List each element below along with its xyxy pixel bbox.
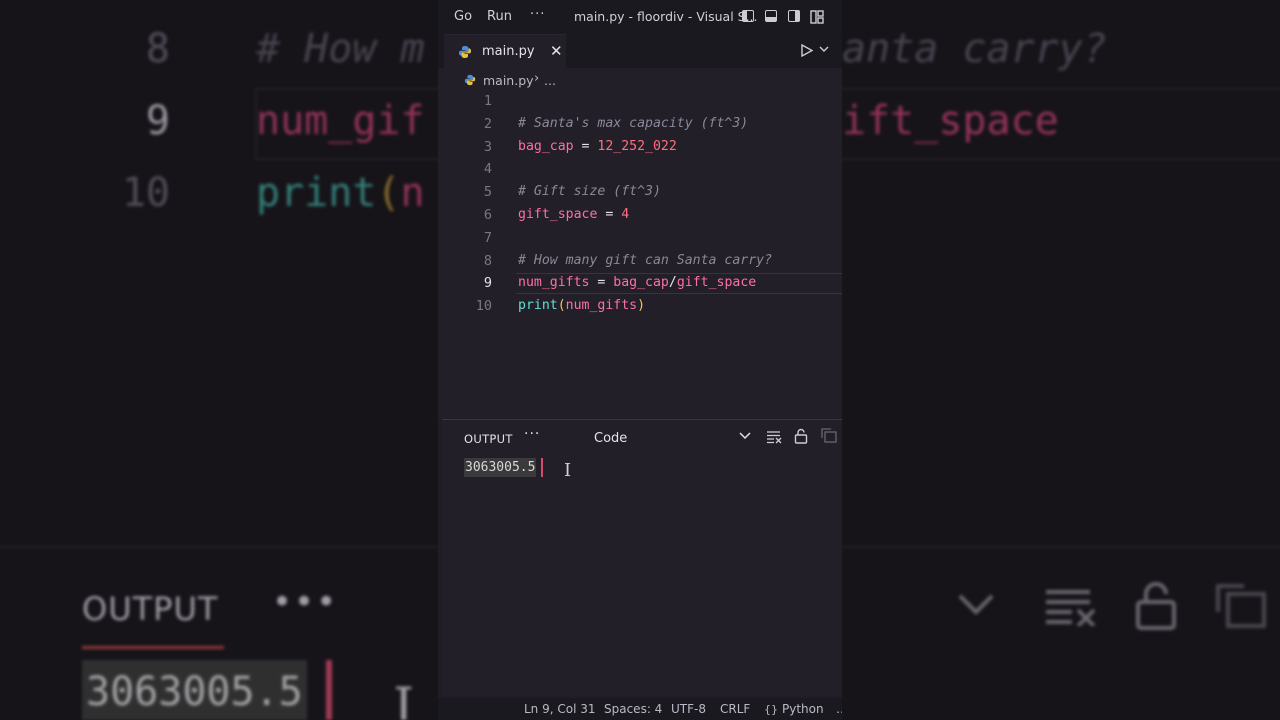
ibeam-cursor-icon: I bbox=[564, 460, 572, 481]
background-code-right: ift_space bbox=[842, 98, 1059, 144]
status-encoding[interactable]: UTF-8 bbox=[671, 702, 706, 716]
code-line[interactable]: num_gifts = bag_cap/gift_space bbox=[518, 275, 756, 290]
code-token: num_gifts bbox=[518, 275, 590, 291]
code-token: gift_space bbox=[518, 207, 598, 222]
line-number: 2 bbox=[483, 115, 492, 132]
line-number: 3 bbox=[483, 138, 492, 155]
python-file-icon bbox=[459, 46, 471, 58]
code-editor[interactable]: 1 2 # Santa's max capacity (ft^3) 3 bag_cap … bbox=[438, 92, 842, 418]
title-bar: Go Run ··· main.py - floordiv - Visual S… bbox=[438, 0, 842, 34]
output-panel: OUTPUT ··· Code 3063005.5 I bbox=[442, 419, 842, 696]
output-channel-select[interactable]: Code bbox=[594, 431, 627, 446]
text-caret bbox=[541, 458, 543, 477]
code-token: bag_cap bbox=[518, 138, 574, 154]
status-language[interactable]: Python bbox=[782, 702, 824, 716]
code-token: = bbox=[573, 138, 598, 154]
code-token: 12_252_022 bbox=[597, 138, 677, 154]
background-chevron-down-icon bbox=[958, 594, 994, 615]
background-line-number-9: 9 bbox=[145, 98, 170, 144]
run-options-chevron-down-icon[interactable] bbox=[819, 44, 829, 54]
tab-label: main.py bbox=[482, 44, 535, 59]
panel-more-icon[interactable]: ··· bbox=[524, 426, 540, 442]
menu-go[interactable]: Go bbox=[454, 9, 472, 24]
line-number: 8 bbox=[483, 252, 492, 269]
code-token: print bbox=[518, 298, 558, 314]
new-window-icon[interactable] bbox=[820, 428, 838, 444]
code-token: 4 bbox=[621, 207, 630, 222]
background-comment-right: anta carry? bbox=[842, 26, 1107, 72]
code-token: = bbox=[589, 275, 614, 291]
background-output-value: 3063005.5 bbox=[82, 660, 307, 720]
code-line[interactable]: # Santa's max capacity (ft^3) bbox=[518, 116, 748, 131]
background-more-icon: ••• bbox=[272, 582, 339, 622]
lock-icon[interactable] bbox=[794, 428, 808, 444]
line-number: 7 bbox=[483, 229, 492, 246]
code-token: gift_space bbox=[676, 275, 757, 291]
code-line[interactable]: # Gift size (ft^3) bbox=[518, 184, 661, 199]
output-value: 3063005.5 bbox=[464, 458, 537, 477]
menu-run[interactable]: Run bbox=[487, 9, 512, 24]
toggle-secondary-sidebar-icon[interactable] bbox=[788, 10, 800, 22]
line-number: 5 bbox=[483, 184, 492, 201]
clear-output-icon[interactable] bbox=[766, 430, 782, 444]
code-token: = bbox=[597, 207, 622, 222]
status-indentation[interactable]: Spaces: 4 bbox=[604, 702, 662, 716]
menu-more-icon[interactable]: ··· bbox=[530, 7, 545, 22]
code-token: ) bbox=[637, 298, 646, 314]
run-play-icon[interactable] bbox=[800, 44, 813, 57]
code-token: / bbox=[668, 275, 677, 291]
code-token: num_gifts bbox=[565, 298, 638, 314]
background-clear-output-icon bbox=[1046, 590, 1096, 626]
background-ibeam-cursor-icon: I bbox=[393, 676, 415, 720]
window-title: main.py - floordiv - Visual S... bbox=[574, 9, 758, 24]
background-lock-icon bbox=[1136, 582, 1176, 630]
background-print-fn: print bbox=[256, 170, 377, 216]
code-line[interactable]: print(num_gifts) bbox=[518, 298, 645, 313]
status-overflow: … bbox=[836, 702, 842, 716]
background-print-line: print(n bbox=[256, 170, 425, 216]
background-output-underline bbox=[82, 646, 224, 649]
code-line[interactable]: # How many gift can Santa carry? bbox=[518, 253, 772, 268]
background-code-left: num_gif bbox=[256, 98, 425, 144]
code-line[interactable]: gift_space = 4 bbox=[518, 207, 629, 222]
toggle-sidebar-icon[interactable] bbox=[742, 10, 754, 22]
code-token: # Santa's max capacity (ft^3) bbox=[518, 115, 749, 131]
breadcrumb: main.py › ... bbox=[438, 68, 842, 92]
breadcrumb-separator-icon: › bbox=[534, 71, 540, 86]
vscode-window: Go Run ··· main.py - floordiv - Visual S… bbox=[438, 0, 842, 720]
background-print-paren: ( bbox=[376, 170, 401, 216]
line-number: 6 bbox=[483, 207, 492, 223]
tab-main-py[interactable]: main.py ✕ bbox=[444, 34, 566, 69]
code-token: bag_cap bbox=[613, 275, 669, 291]
toggle-panel-icon[interactable] bbox=[765, 10, 777, 22]
chevron-down-icon[interactable] bbox=[738, 429, 752, 443]
breadcrumb-more[interactable]: ... bbox=[544, 73, 556, 88]
line-number: 1 bbox=[483, 93, 492, 109]
background-caret bbox=[326, 660, 332, 720]
breadcrumb-file[interactable]: main.py bbox=[483, 73, 534, 88]
close-icon[interactable]: ✕ bbox=[550, 42, 563, 60]
status-cursor-position[interactable]: Ln 9, Col 31 bbox=[524, 702, 596, 716]
customize-layout-icon[interactable] bbox=[810, 10, 824, 24]
breadcrumb-python-icon bbox=[464, 74, 476, 86]
code-line[interactable]: bag_cap = 12_252_022 bbox=[518, 139, 677, 154]
background-line-number-10: 10 bbox=[121, 170, 170, 216]
background-comment-left: # How m bbox=[256, 26, 425, 72]
background-new-window-icon bbox=[1216, 584, 1266, 628]
code-token: # How many gift can Santa carry? bbox=[518, 252, 773, 268]
bracket-icon: {} bbox=[764, 703, 778, 716]
code-token: # Gift size (ft^3) bbox=[518, 184, 661, 200]
code-token: ( bbox=[557, 298, 566, 314]
status-bar: Ln 9, Col 31 Spaces: 4 UTF-8 CRLF {} Pyt… bbox=[438, 698, 842, 720]
status-eol[interactable]: CRLF bbox=[720, 702, 750, 716]
background-print-var: n bbox=[400, 170, 425, 216]
output-tab[interactable]: OUTPUT bbox=[464, 432, 513, 446]
line-number: 4 bbox=[483, 161, 492, 178]
background-output-label: OUTPUT bbox=[82, 590, 219, 628]
line-number: 10 bbox=[475, 298, 492, 315]
tab-bar: main.py ✕ bbox=[438, 34, 842, 69]
line-number: 9 bbox=[483, 275, 492, 292]
background-line-number-8: 8 bbox=[145, 26, 170, 72]
